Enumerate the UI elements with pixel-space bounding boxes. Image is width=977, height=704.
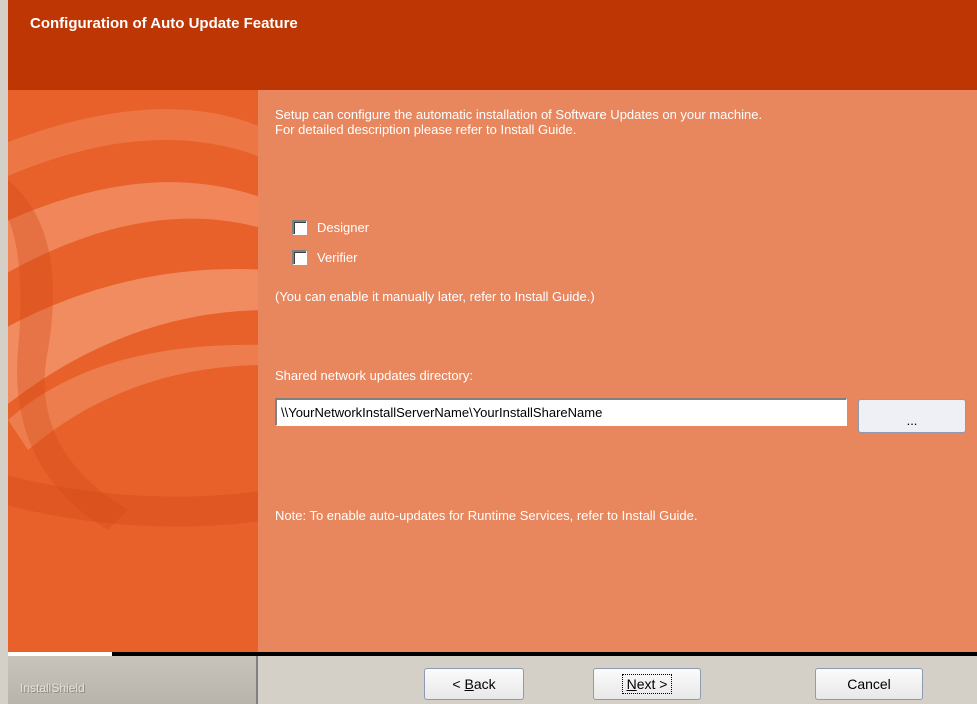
- next-accel: N: [626, 676, 637, 692]
- dialog-title: Configuration of Auto Update Feature: [30, 15, 298, 32]
- installshield-brand: InstallShield: [20, 681, 85, 695]
- intro-line-1: Setup can configure the automatic instal…: [275, 107, 763, 122]
- next-rest: ext >: [636, 676, 668, 692]
- verifier-option[interactable]: Verifier: [292, 250, 357, 265]
- directory-label: Shared network updates directory:: [275, 368, 473, 383]
- designer-option[interactable]: Designer: [292, 220, 369, 235]
- designer-label: Designer: [317, 220, 370, 235]
- back-rest: ack: [473, 676, 496, 692]
- next-focus-ring: Next >: [621, 674, 673, 694]
- manual-enable-note: (You can enable it manually later, refer…: [275, 289, 595, 304]
- back-accel: B: [464, 676, 474, 692]
- directory-input[interactable]: [275, 398, 847, 426]
- verifier-label: Verifier: [317, 250, 358, 265]
- browse-button[interactable]: ...: [858, 399, 966, 433]
- next-button[interactable]: Next >: [593, 668, 701, 700]
- side-banner-art: [8, 90, 258, 652]
- verifier-checkbox[interactable]: [292, 250, 307, 265]
- back-prefix: <: [452, 676, 465, 692]
- runtime-services-note: Note: To enable auto-updates for Runtime…: [275, 508, 698, 523]
- intro-line-2: For detailed description please refer to…: [275, 122, 577, 137]
- intro-text: Setup can configure the automatic instal…: [275, 107, 762, 137]
- dialog-header: Configuration of Auto Update Feature: [8, 0, 977, 90]
- cancel-button[interactable]: Cancel: [815, 668, 923, 700]
- designer-checkbox[interactable]: [292, 220, 307, 235]
- content-panel: Setup can configure the automatic instal…: [258, 90, 977, 652]
- back-button[interactable]: < Back: [424, 668, 524, 700]
- installshield-brand-area: InstallShield: [8, 656, 258, 704]
